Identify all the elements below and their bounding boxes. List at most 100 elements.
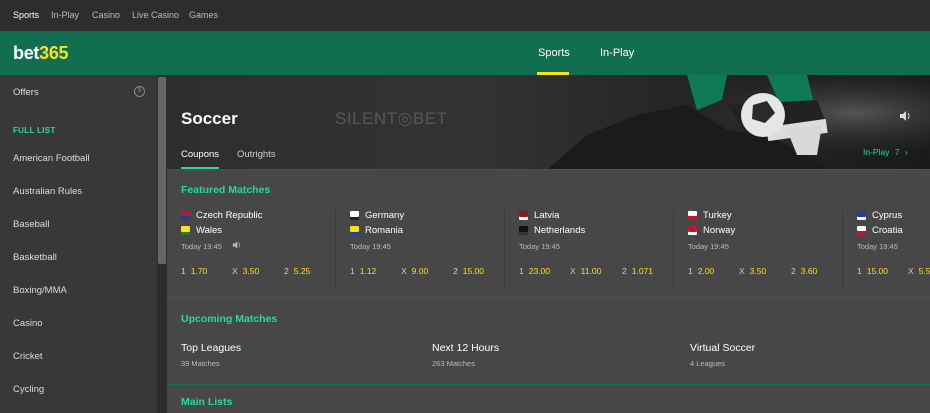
odds-label: 1: [350, 266, 355, 276]
home-team: Cyprus: [857, 210, 902, 221]
upcoming-virtual-soccer[interactable]: Virtual Soccer 4 Leagues: [690, 342, 755, 368]
main-lists-section: Main Lists: [167, 385, 930, 413]
hero-player-image: [547, 75, 930, 169]
odds-value: 1.70: [190, 266, 208, 276]
odds-draw-button[interactable]: X 11.00: [570, 266, 601, 276]
odds-label: X: [908, 266, 914, 276]
upcoming-item-title: Top Leagues: [181, 342, 242, 354]
in-play-label: In-Play: [863, 147, 890, 157]
odds-label: X: [739, 266, 745, 276]
offers-badge-icon: S: [134, 86, 145, 97]
nav-in-play[interactable]: In-Play: [600, 47, 634, 59]
sidebar-item-boxing-mma[interactable]: Boxing/MMA: [13, 285, 67, 296]
sidebar-item-baseball[interactable]: Baseball: [13, 219, 49, 230]
match-card[interactable]: Germany Romania Today 19:45 1 1.12 X 9.00 …: [336, 206, 505, 288]
match-card[interactable]: Turkey Norway Today 19:45 1 2.00 X 3.50 23…: [674, 206, 843, 288]
main-lists-title: Main Lists: [181, 396, 233, 408]
watermark-logo: SILENT◎BET: [335, 109, 448, 128]
in-play-count: 7: [894, 147, 900, 157]
upcoming-top-leagues[interactable]: Top Leagues 39 Matches: [181, 342, 241, 368]
odds-home-button[interactable]: 1 1.12: [350, 266, 376, 276]
page-title: Soccer: [181, 109, 238, 128]
topbar-link-games[interactable]: Games: [189, 10, 218, 20]
upcoming-item-count: 263 Matches: [432, 359, 475, 368]
odds-value: 3.50: [242, 266, 260, 276]
sidebar-item-american-football[interactable]: American Football: [13, 153, 90, 164]
featured-matches-section: Featured Matches Czech Republic Wales To…: [167, 170, 930, 298]
sidebar-item-australian-rules[interactable]: Australian Rules: [13, 186, 82, 197]
in-play-link[interactable]: In-Play 7 ›: [863, 147, 908, 157]
odds-value: 9.00: [411, 266, 429, 276]
tab-active-indicator: [181, 167, 219, 169]
tab-coupons[interactable]: Coupons: [181, 149, 219, 160]
shirt-icon: [688, 211, 697, 220]
home-team-name: Germany: [365, 210, 405, 221]
odds-value: 5.25: [293, 266, 311, 276]
odds-label: 2: [791, 266, 796, 276]
away-team-name: Netherlands: [534, 225, 586, 236]
sidebar-scrollbar[interactable]: [157, 75, 167, 413]
shirt-icon: [857, 211, 866, 220]
odds-label: 1: [688, 266, 693, 276]
sport-hero-banner: Soccer SILENT◎BET Coupons Outrights In-P…: [167, 75, 930, 170]
sidebar-item-offers[interactable]: Offers: [13, 87, 39, 98]
odds-draw-button[interactable]: X 5.5: [908, 266, 930, 276]
away-team-name: Romania: [365, 225, 404, 236]
topbar-link-sports[interactable]: Sports: [13, 10, 39, 20]
match-card[interactable]: Latvia Netherlands Today 19:45 1 23.00 X1…: [505, 206, 674, 288]
upcoming-next-12-hours[interactable]: Next 12 Hours 263 Matches: [432, 342, 499, 368]
odds-home-button[interactable]: 1 1.70: [181, 266, 207, 276]
away-team-name: Wales: [196, 225, 223, 236]
upcoming-item-count: 4 Leagues: [690, 359, 726, 368]
odds-draw-button[interactable]: X 9.00: [401, 266, 428, 276]
match-card[interactable]: Cyprus Croatia Today 19:45 1 15.00 X 5.5: [843, 206, 930, 288]
sidebar-item-casino[interactable]: Casino: [13, 318, 43, 329]
home-team-name: Turkey: [703, 210, 732, 221]
odds-draw-button[interactable]: X 3.50: [232, 266, 259, 276]
logo-text-bet: bet: [13, 43, 40, 63]
topbar-link-casino[interactable]: Casino: [92, 10, 120, 20]
sidebar-item-cricket[interactable]: Cricket: [13, 351, 43, 362]
chevron-right-icon: ›: [904, 147, 908, 157]
shirt-icon: [688, 226, 697, 235]
upcoming-item-title: Virtual Soccer: [690, 342, 756, 354]
odds-value: 15.00: [462, 266, 485, 276]
shirt-icon: [350, 211, 359, 220]
upcoming-matches-section: Upcoming Matches Top Leagues 39 Matches …: [167, 298, 930, 385]
odds-value: 11.00: [580, 266, 602, 276]
bet365-logo[interactable]: bet365: [13, 43, 69, 64]
odds-label: 2: [453, 266, 458, 276]
odds-away-button[interactable]: 2 3.60: [791, 266, 817, 276]
match-time: Today 19:45: [350, 242, 391, 251]
scrollbar-thumb[interactable]: [158, 77, 166, 264]
sidebar-item-basketball[interactable]: Basketball: [13, 252, 57, 263]
away-team: Norway: [688, 225, 735, 236]
odds-value: 1.071: [631, 266, 654, 276]
match-card[interactable]: Czech Republic Wales Today 19:45 1 1.70 X…: [167, 206, 336, 288]
shirt-icon: [181, 211, 190, 220]
odds-home-button[interactable]: 1 23.00: [519, 266, 550, 276]
odds-draw-button[interactable]: X 3.50: [739, 266, 766, 276]
home-team-name: Latvia: [534, 210, 560, 221]
odds-home-button[interactable]: 1 2.00: [688, 266, 714, 276]
home-team-name: Cyprus: [872, 210, 903, 221]
odds-home-button[interactable]: 1 15.00: [857, 266, 888, 276]
top-bar: Sports In-Play Casino Live Casino Games: [0, 0, 930, 31]
odds-label: 1: [519, 266, 524, 276]
odds-label: X: [401, 266, 407, 276]
sidebar-item-cycling[interactable]: Cycling: [13, 384, 44, 395]
nav-sports[interactable]: Sports: [538, 47, 570, 59]
sidebar: Offers S FULL LIST American Football Aus…: [0, 75, 167, 413]
odds-away-button[interactable]: 2 15.00: [453, 266, 484, 276]
tab-outrights[interactable]: Outrights: [237, 149, 276, 160]
speaker-icon[interactable]: [899, 111, 911, 121]
odds-away-button[interactable]: 2 1.071: [622, 266, 653, 276]
upcoming-matches-title: Upcoming Matches: [181, 313, 278, 325]
home-team-name: Czech Republic: [196, 210, 263, 221]
topbar-link-in-play[interactable]: In-Play: [51, 10, 79, 20]
topbar-link-live-casino[interactable]: Live Casino: [132, 10, 179, 20]
match-time: Today 19:45: [857, 242, 898, 251]
home-team: Germany: [350, 210, 404, 221]
home-team: Latvia: [519, 210, 559, 221]
odds-away-button[interactable]: 2 5.25: [284, 266, 310, 276]
